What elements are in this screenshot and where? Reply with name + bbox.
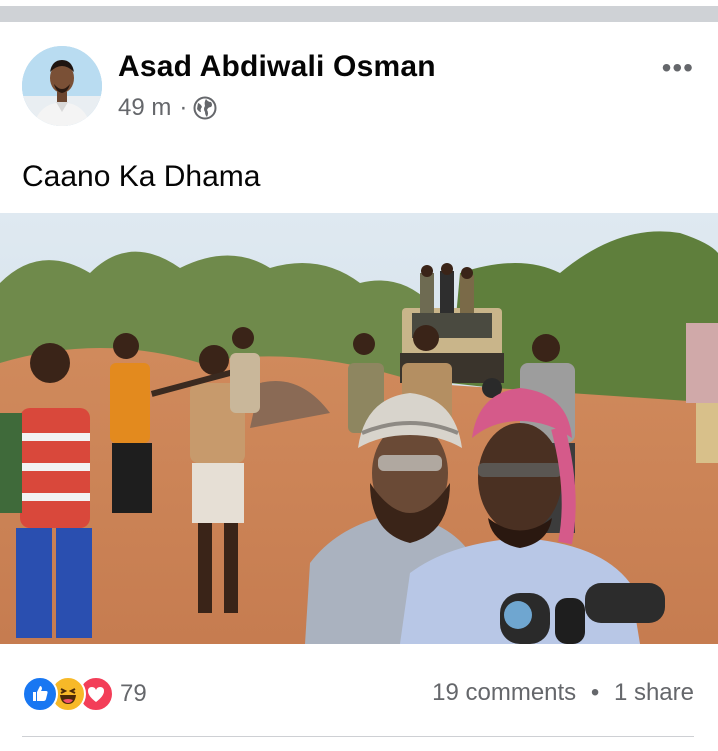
post-card: Asad Abdiwali Osman 49 m · ••• Caano Ka … xyxy=(0,22,718,751)
reactions-summary[interactable]: 79 xyxy=(22,676,147,712)
shares-count-link[interactable]: 1 share xyxy=(614,679,694,706)
globe-icon[interactable] xyxy=(193,96,217,120)
post-timestamp[interactable]: 49 m xyxy=(118,94,171,122)
like-icon xyxy=(22,676,58,712)
comments-count-link[interactable]: 19 comments xyxy=(432,679,576,706)
reaction-count: 79 xyxy=(120,680,147,707)
meta-separator: · xyxy=(179,94,188,121)
feed-separator-bar xyxy=(0,6,718,22)
post-photo[interactable] xyxy=(0,213,718,644)
post-photo-image xyxy=(0,213,718,644)
more-options-icon[interactable]: ••• xyxy=(662,52,694,84)
author-name[interactable]: Asad Abdiwali Osman xyxy=(118,50,436,84)
actions-divider xyxy=(22,736,694,737)
avatar-image xyxy=(22,46,102,126)
feed-top-strip xyxy=(0,0,718,22)
counts-separator: • xyxy=(590,679,600,706)
author-avatar[interactable] xyxy=(22,46,102,126)
post-meta: 49 m · xyxy=(118,94,217,122)
post-stats: 79 19 comments • 1 share xyxy=(0,662,718,722)
post-caption: Caano Ka Dhama xyxy=(22,160,261,193)
engagement-counts: 19 comments • 1 share xyxy=(432,679,694,707)
